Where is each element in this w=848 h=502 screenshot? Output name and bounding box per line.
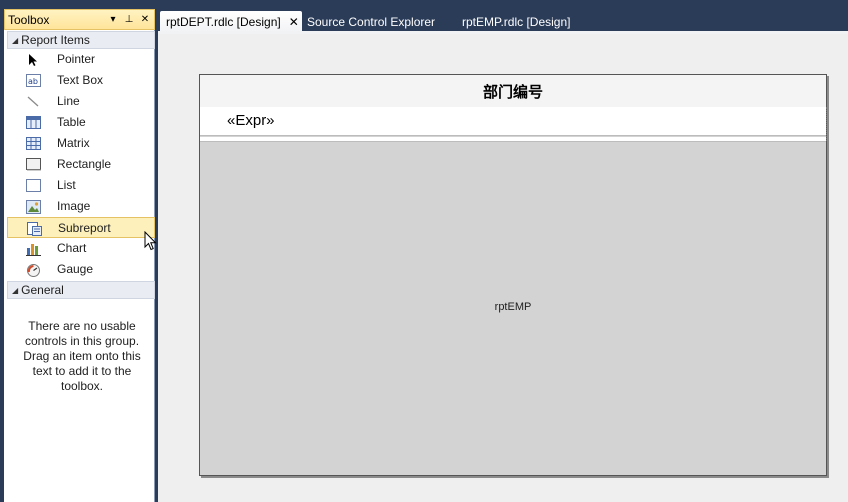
- tab-source-control-explorer[interactable]: Source Control Explorer: [301, 11, 451, 33]
- line-icon: [25, 94, 41, 109]
- subreport-label: rptEMP: [494, 301, 532, 313]
- chart-icon: [25, 241, 41, 256]
- image-icon: [25, 199, 41, 214]
- tool-item-gauge[interactable]: Gauge: [7, 259, 155, 280]
- tool-item-image[interactable]: Image: [7, 196, 155, 217]
- list-icon: [25, 178, 41, 193]
- tool-item-line[interactable]: Line: [7, 91, 155, 112]
- collapse-triangle-icon[interactable]: ◢: [12, 36, 18, 45]
- tool-item-list[interactable]: List: [7, 175, 155, 196]
- tab-label: rptEMP.rdlc [Design]: [462, 15, 571, 29]
- tool-item-rectangle[interactable]: Rectangle: [7, 154, 155, 175]
- tab-label: rptDEPT.rdlc [Design]: [166, 15, 281, 29]
- tool-label: Subreport: [58, 221, 111, 235]
- toolbox-title-bar[interactable]: Toolbox ▾ ⊥ ✕: [4, 9, 155, 30]
- document-tab-strip: rptDEPT.rdlc [Design] ✕ Source Control E…: [158, 9, 848, 33]
- group-header-report-items[interactable]: ◢ Report Items: [7, 31, 155, 49]
- textbox-icon: ab: [25, 73, 41, 88]
- close-icon[interactable]: ✕: [289, 15, 299, 29]
- tool-item-pointer[interactable]: Pointer: [7, 49, 155, 70]
- toolbox-close-icon[interactable]: ✕: [138, 13, 152, 27]
- group-label: Report Items: [21, 33, 90, 47]
- expr-text: «Expr»: [227, 112, 275, 129]
- mouse-cursor-icon: [144, 230, 158, 251]
- group-label: General: [21, 283, 64, 297]
- tool-label: Image: [57, 199, 91, 213]
- pointer-icon: [25, 52, 41, 67]
- spacer-row: [200, 137, 826, 142]
- toolbox-pin-icon[interactable]: ⊥: [122, 13, 136, 27]
- tool-label: Rectangle: [57, 157, 112, 171]
- tool-label: Table: [57, 115, 86, 129]
- tool-item-subreport[interactable]: Subreport: [7, 217, 155, 238]
- report-body[interactable]: 部门编号 «Expr» rptEMP: [199, 74, 827, 476]
- rectangle-icon: [25, 157, 41, 172]
- svg-text:ab: ab: [28, 77, 38, 86]
- resize-handle[interactable]: [825, 107, 827, 141]
- tool-label: Gauge: [57, 262, 94, 276]
- tool-label: List: [57, 178, 76, 192]
- tool-label: Pointer: [57, 52, 96, 66]
- report-header-textbox[interactable]: 部门编号: [200, 75, 826, 107]
- tool-label: Line: [57, 94, 80, 108]
- gauge-icon: [25, 262, 41, 277]
- tab-rptemp-design[interactable]: rptEMP.rdlc [Design]: [456, 11, 586, 33]
- table-icon: [25, 115, 41, 130]
- tab-label: Source Control Explorer: [307, 15, 436, 29]
- tool-item-matrix[interactable]: Matrix: [7, 133, 155, 154]
- tool-item-chart[interactable]: Chart: [7, 238, 155, 259]
- group-header-general[interactable]: ◢ General: [7, 281, 155, 299]
- tab-rptdept-design[interactable]: rptDEPT.rdlc [Design] ✕: [160, 11, 302, 33]
- window-top-strip: [0, 0, 848, 4]
- tool-item-table[interactable]: Table: [7, 112, 155, 133]
- toolbox-title: Toolbox: [8, 12, 50, 27]
- matrix-icon: [25, 136, 41, 151]
- tool-label: Text Box: [57, 73, 104, 87]
- toolbox-panel: Toolbox ▾ ⊥ ✕ ◢ Report Items Pointer ab …: [4, 9, 155, 502]
- tool-item-textbox[interactable]: ab Text Box: [7, 70, 155, 91]
- tool-label: Matrix: [57, 136, 90, 150]
- header-text: 部门编号: [482, 82, 543, 101]
- expr-textbox[interactable]: «Expr»: [200, 107, 826, 136]
- collapse-triangle-icon[interactable]: ◢: [12, 286, 18, 295]
- tool-label: Chart: [57, 241, 87, 255]
- general-empty-message: There are no usable controls in this gro…: [23, 319, 141, 393]
- subreport-icon: [26, 221, 42, 236]
- toolbox-dropdown-icon[interactable]: ▾: [106, 13, 120, 27]
